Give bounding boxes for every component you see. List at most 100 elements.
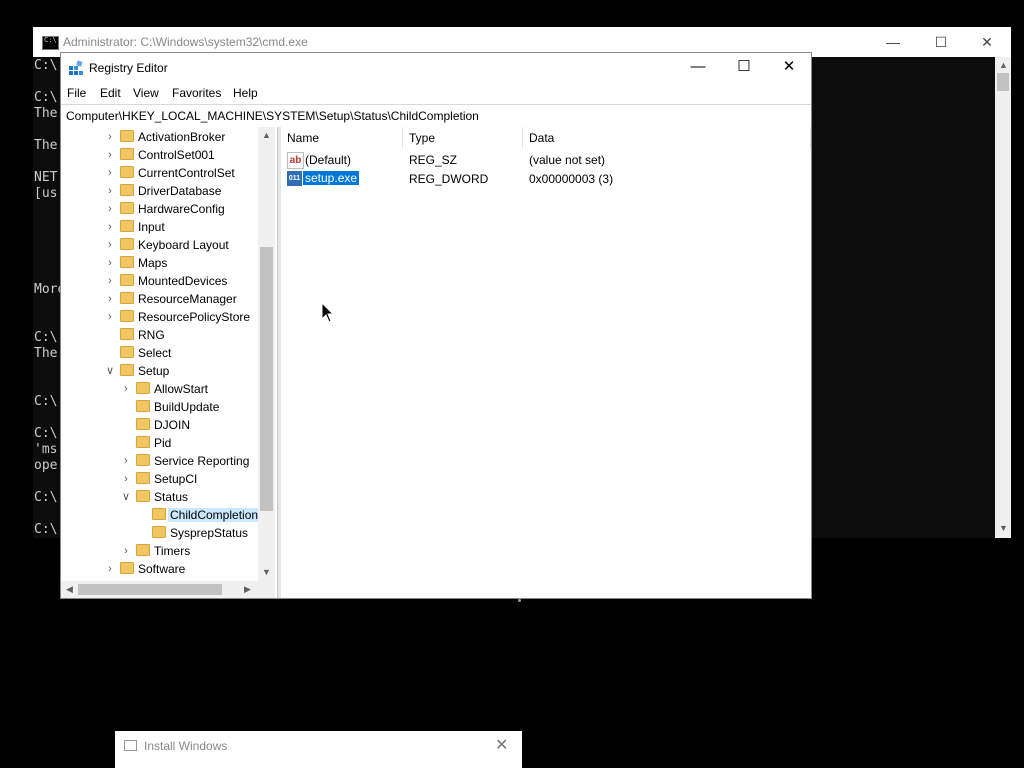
scroll-right-arrow-icon[interactable]: ▶: [239, 584, 256, 595]
expand-chevron-icon[interactable]: ›: [121, 542, 131, 560]
menu-help[interactable]: Help: [233, 86, 258, 100]
tree-node[interactable]: › Service Reporting: [61, 452, 257, 470]
expand-chevron-icon[interactable]: ›: [105, 560, 115, 578]
tree-node-label: MountedDevices: [138, 274, 228, 288]
tree-node[interactable]: DJOIN: [61, 416, 257, 434]
scrollbar-thumb[interactable]: [78, 584, 222, 595]
tree-node[interactable]: › Software: [61, 560, 257, 578]
menu-favorites[interactable]: Favorites: [172, 86, 221, 100]
tree-node-label: DJOIN: [154, 418, 190, 432]
folder-icon: [120, 166, 134, 178]
tree-node[interactable]: › Input: [61, 218, 257, 236]
folder-icon: [136, 472, 150, 484]
folder-icon: [120, 310, 134, 322]
expand-chevron-icon[interactable]: ›: [105, 254, 115, 272]
expand-chevron-icon[interactable]: ›: [105, 146, 115, 164]
regedit-titlebar[interactable]: Registry Editor — ☐ ✕: [61, 53, 811, 83]
tree-node[interactable]: › DriverDatabase: [61, 182, 257, 200]
install-windows-icon: [124, 740, 137, 751]
tree-horizontal-scrollbar[interactable]: ◀ ▶: [61, 581, 275, 598]
tree-node[interactable]: ∨ Setup: [61, 362, 257, 380]
install-windows-window[interactable]: Install Windows ✕: [115, 731, 522, 768]
install-windows-close-button[interactable]: ✕: [495, 735, 508, 755]
value-row-selected[interactable]: 011 setup.exe REG_DWORD 0x00000003 (3): [281, 170, 811, 188]
mouse-pointer-icon: [321, 302, 335, 323]
scroll-left-arrow-icon[interactable]: ◀: [61, 584, 78, 595]
tree-node[interactable]: ∨ Status: [61, 488, 257, 506]
tree-node[interactable]: › HardwareConfig: [61, 200, 257, 218]
tree-node[interactable]: › Maps: [61, 254, 257, 272]
tree-node-label: Service Reporting: [154, 454, 250, 468]
cmd-maximize-button[interactable]: ☐: [918, 27, 964, 57]
console-line: C:\: [34, 522, 58, 537]
expand-chevron-icon[interactable]: ›: [121, 380, 131, 398]
value-row[interactable]: ab (Default) REG_SZ (value not set): [281, 151, 811, 169]
scroll-down-arrow-icon[interactable]: ▼: [258, 567, 275, 577]
console-line: 'ms: [34, 442, 58, 457]
expand-chevron-icon[interactable]: ›: [105, 236, 115, 254]
address-path[interactable]: Computer\HKEY_LOCAL_MACHINE\SYSTEM\Setup…: [66, 109, 479, 123]
column-header-data[interactable]: Data: [523, 127, 811, 149]
collapse-chevron-icon[interactable]: ∨: [121, 488, 131, 506]
folder-icon: [136, 490, 150, 502]
tree-node[interactable]: RNG: [61, 326, 257, 344]
expand-chevron-icon[interactable]: ›: [105, 308, 115, 326]
tree-node[interactable]: Select: [61, 344, 257, 362]
tree-node[interactable]: › ResourceManager: [61, 290, 257, 308]
cmd-title: Administrator: C:\Windows\system32\cmd.e…: [63, 35, 308, 49]
cmd-vertical-scrollbar[interactable]: ▲ ▼: [995, 57, 1011, 538]
collapse-chevron-icon[interactable]: ∨: [105, 362, 115, 380]
tree-node[interactable]: SysprepStatus: [61, 524, 257, 542]
tree-node-label: ResourcePolicyStore: [138, 310, 251, 324]
folder-icon: [120, 292, 134, 304]
tree-node[interactable]: › ControlSet001: [61, 146, 257, 164]
tree-node[interactable]: › MountedDevices: [61, 272, 257, 290]
expand-chevron-icon[interactable]: ›: [121, 470, 131, 488]
scroll-down-arrow-icon[interactable]: ▼: [995, 523, 1012, 533]
expand-chevron-icon[interactable]: ›: [105, 128, 115, 146]
folder-icon: [120, 364, 134, 376]
expand-chevron-icon[interactable]: ›: [105, 182, 115, 200]
regedit-close-button[interactable]: ✕: [766, 53, 812, 83]
tree-node[interactable]: › CurrentControlSet: [61, 164, 257, 182]
tree-node-selected[interactable]: ChildCompletion: [61, 506, 261, 524]
scrollbar-thumb[interactable]: [997, 73, 1009, 91]
tree-node[interactable]: › Timers: [61, 542, 257, 560]
tree-node-label: Select: [138, 346, 172, 360]
expand-chevron-icon[interactable]: ›: [105, 200, 115, 218]
expand-chevron-icon[interactable]: ›: [105, 218, 115, 236]
separator-dot: [518, 599, 521, 602]
expand-chevron-icon[interactable]: ›: [121, 452, 131, 470]
tree-node[interactable]: › ActivationBroker: [61, 128, 257, 146]
values-list-pane[interactable]: Name Type Data ab (Default) REG_SZ (valu…: [281, 127, 811, 598]
scroll-up-arrow-icon[interactable]: ▲: [258, 130, 275, 140]
folder-icon: [120, 220, 134, 232]
registry-tree-pane[interactable]: › ActivationBroker › ControlSet001 › CurrentC…: [61, 127, 277, 598]
tree-node[interactable]: › AllowStart: [61, 380, 257, 398]
console-line: ope: [34, 458, 58, 473]
column-header-name[interactable]: Name: [281, 127, 403, 149]
tree-node-label: DriverDatabase: [138, 184, 222, 198]
expand-chevron-icon[interactable]: ›: [105, 164, 115, 182]
regedit-minimize-button[interactable]: —: [675, 53, 721, 83]
expand-chevron-icon[interactable]: ›: [105, 272, 115, 290]
tree-node[interactable]: Pid: [61, 434, 257, 452]
menu-edit[interactable]: Edit: [100, 86, 121, 100]
tree-node-label: SysprepStatus: [170, 526, 249, 540]
tree-vertical-scrollbar[interactable]: ▲ ▼: [258, 127, 275, 581]
expand-chevron-icon[interactable]: ›: [105, 290, 115, 308]
menu-file[interactable]: File: [67, 86, 86, 100]
cmd-minimize-button[interactable]: —: [870, 27, 916, 57]
address-bar[interactable]: Computer\HKEY_LOCAL_MACHINE\SYSTEM\Setup…: [61, 104, 811, 128]
scrollbar-thumb[interactable]: [260, 247, 273, 511]
tree-node[interactable]: › Keyboard Layout: [61, 236, 257, 254]
menu-view[interactable]: View: [133, 86, 159, 100]
registry-editor-window[interactable]: Registry Editor — ☐ ✕ File Edit View Fav…: [60, 52, 812, 599]
tree-node[interactable]: › SetupCI: [61, 470, 257, 488]
column-header-type[interactable]: Type: [403, 127, 523, 149]
cmd-close-button[interactable]: ✕: [964, 27, 1010, 57]
tree-node[interactable]: › ResourcePolicyStore: [61, 308, 257, 326]
regedit-maximize-button[interactable]: ☐: [721, 53, 767, 83]
scroll-up-arrow-icon[interactable]: ▲: [995, 60, 1012, 70]
tree-node[interactable]: BuildUpdate: [61, 398, 257, 416]
